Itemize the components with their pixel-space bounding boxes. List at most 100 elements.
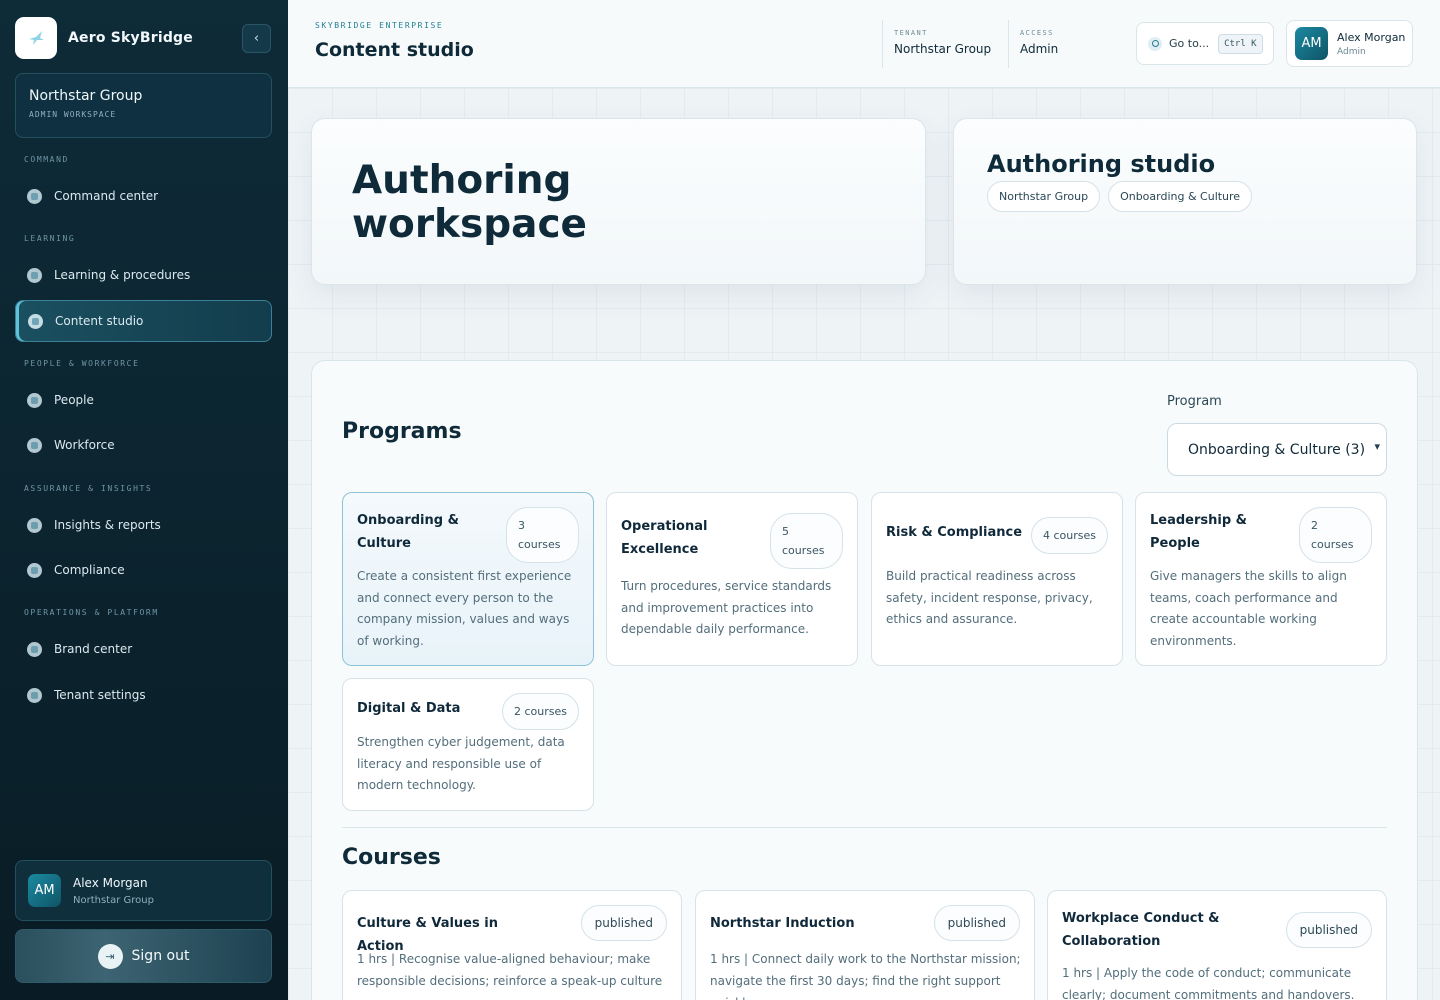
- status-badge: published: [933, 905, 1020, 941]
- program-name: Risk & Compliance: [886, 525, 1023, 540]
- courses-heading: Courses: [342, 845, 441, 870]
- header-user-name: Alex Morgan: [1337, 30, 1406, 44]
- sidebar-item-people[interactable]: People: [15, 379, 272, 421]
- sidebar-item-label: Content studio: [55, 314, 144, 328]
- nav-section-title: OPERATIONS & PLATFORM: [24, 608, 159, 617]
- sidebar-item-label: People: [54, 393, 94, 407]
- main-content: Authoring workspace Authoring studio Nor…: [288, 88, 1440, 1000]
- avatar: AM: [28, 874, 61, 907]
- workspace-name: Northstar Group: [29, 88, 143, 104]
- collapse-sidebar-button[interactable]: ‹: [242, 24, 271, 53]
- nav-section-title: LEARNING: [24, 234, 76, 243]
- course-count-badge: 2 courses: [1299, 507, 1372, 563]
- program-name: Operational Excellence: [621, 519, 708, 557]
- grid-icon: [27, 188, 42, 204]
- course-count-badge: 4 courses: [1031, 517, 1108, 554]
- workspace-switcher[interactable]: Northstar Group ADMIN WORKSPACE: [15, 73, 272, 138]
- program-card[interactable]: Onboarding & Culture 3 courses Create a …: [342, 492, 594, 666]
- course-count-badge: 3 courses: [506, 507, 579, 563]
- keyboard-shortcut: Ctrl K: [1218, 33, 1263, 54]
- chevron-down-icon: ▾: [1374, 440, 1380, 453]
- program-card[interactable]: Risk & Compliance 4 courses Build practi…: [871, 492, 1123, 666]
- sidebar-item-label: Command center: [54, 189, 159, 203]
- hero-card: Authoring workspace: [311, 118, 926, 285]
- section-divider: [342, 827, 1387, 828]
- header-eyebrow: SKYBRIDGE ENTERPRISE: [315, 21, 444, 30]
- team-icon: [27, 437, 42, 453]
- shield-icon: [27, 562, 42, 578]
- sidebar-item-label: Brand center: [54, 642, 133, 656]
- nav-section-title: ASSURANCE & INSIGHTS: [24, 484, 153, 493]
- book-icon: [27, 267, 42, 283]
- sidebar-item-command-center[interactable]: Command center: [15, 175, 272, 217]
- studio-context-card: Authoring studio Northstar Group Onboard…: [953, 118, 1417, 285]
- nav-section-title: COMMAND: [24, 155, 69, 164]
- sidebar-item-workforce[interactable]: Workforce: [15, 424, 272, 466]
- sidebar-item-compliance[interactable]: Compliance: [15, 549, 272, 591]
- course-description: 1 hrs | Apply the code of conduct; commu…: [1062, 966, 1355, 1000]
- program-name: Leadership & People: [1150, 513, 1248, 551]
- status-badge: published: [1285, 912, 1372, 948]
- nav-section-title: PEOPLE & WORKFORCE: [24, 359, 140, 368]
- brand[interactable]: Aero SkyBridge: [15, 17, 193, 59]
- course-description: 1 hrs | Connect daily work to the Norths…: [710, 952, 1021, 1000]
- program-select-label: Program: [1167, 394, 1222, 409]
- sidebar-user-card[interactable]: AM Alex Morgan Northstar Group: [15, 860, 272, 921]
- layers-icon: [28, 313, 43, 329]
- sidebar: Aero SkyBridge ‹ Northstar Group ADMIN W…: [0, 0, 288, 1000]
- course-card[interactable]: Workplace Conduct & Collaboration publis…: [1047, 890, 1387, 1000]
- sidebar-item-brand-center[interactable]: Brand center: [15, 628, 272, 670]
- program-card[interactable]: Digital & Data 2 courses Strengthen cybe…: [342, 678, 594, 811]
- hero-title: Authoring workspace: [352, 158, 588, 247]
- status-badge: published: [580, 905, 667, 941]
- program-description: Turn procedures, service standards and i…: [621, 579, 832, 636]
- top-header: SKYBRIDGE ENTERPRISE Content studio TENA…: [288, 0, 1440, 88]
- programs-heading: Programs: [342, 419, 462, 444]
- tenant-info: TENANT Northstar Group: [882, 20, 991, 68]
- sidebar-item-learning-procedures[interactable]: Learning & procedures: [15, 254, 272, 296]
- program-description: Build practical readiness across safety,…: [886, 569, 1093, 626]
- header-user-role: Admin: [1337, 46, 1366, 57]
- sidebar-item-content-studio[interactable]: Content studio: [15, 300, 272, 342]
- programs-panel: Programs Program Onboarding & Culture (3…: [311, 360, 1418, 1000]
- program-name: Digital & Data: [357, 701, 461, 716]
- bird-logo-icon: [15, 17, 57, 59]
- search-text: Go to...: [1169, 37, 1210, 50]
- course-count-badge: 5 courses: [770, 513, 843, 569]
- tenant-chip: Northstar Group: [987, 181, 1101, 212]
- user-tenant: Northstar Group: [73, 894, 154, 906]
- chevron-left-icon: ‹: [253, 31, 260, 46]
- course-description: 1 hrs | Recognise value-aligned behaviou…: [357, 952, 663, 988]
- tenant-value: Northstar Group: [894, 42, 992, 56]
- tenant-label: TENANT: [894, 29, 928, 37]
- program-name: Onboarding & Culture: [357, 513, 459, 551]
- context-chips: Northstar Group Onboarding & Culture: [987, 181, 1260, 212]
- sign-out-button[interactable]: ⇥ Sign out: [15, 929, 272, 983]
- program-select[interactable]: Onboarding & Culture (3) ▾: [1167, 423, 1387, 476]
- sidebar-item-label: Workforce: [54, 438, 115, 452]
- studio-title: Authoring studio: [987, 150, 1216, 178]
- program-card[interactable]: Leadership & People 2 courses Give manag…: [1135, 492, 1387, 666]
- sidebar-item-tenant-settings[interactable]: Tenant settings: [15, 674, 272, 716]
- avatar: AM: [1295, 27, 1328, 60]
- course-card[interactable]: Northstar Induction published 1 hrs | Co…: [695, 890, 1035, 1000]
- course-count-badge: 2 courses: [502, 693, 579, 730]
- program-description: Give managers the skills to align teams,…: [1150, 569, 1347, 648]
- sidebar-item-label: Compliance: [54, 563, 125, 577]
- program-card[interactable]: Operational Excellence 5 courses Turn pr…: [606, 492, 858, 666]
- sign-out-label: Sign out: [131, 948, 190, 964]
- header-user-menu[interactable]: AM Alex Morgan Admin: [1286, 20, 1413, 67]
- sidebar-item-label: Insights & reports: [54, 518, 161, 532]
- program-select-value: Onboarding & Culture (3): [1188, 441, 1366, 458]
- course-card[interactable]: Culture & Values in Action published 1 h…: [342, 890, 682, 1000]
- sidebar-item-insights-reports[interactable]: Insights & reports: [15, 504, 272, 546]
- course-title: Northstar Induction: [710, 916, 855, 931]
- user-name: Alex Morgan: [73, 875, 148, 890]
- access-value: Admin: [1020, 42, 1059, 56]
- workspace-subtitle: ADMIN WORKSPACE: [29, 110, 117, 119]
- brand-name: Aero SkyBridge: [68, 30, 193, 46]
- sidebar-item-label: Learning & procedures: [54, 268, 191, 282]
- command-search-button[interactable]: Go to... Ctrl K: [1136, 22, 1274, 65]
- program-description: Strengthen cyber judgement, data literac…: [357, 735, 565, 792]
- access-info: ACCESS Admin: [1008, 20, 1058, 68]
